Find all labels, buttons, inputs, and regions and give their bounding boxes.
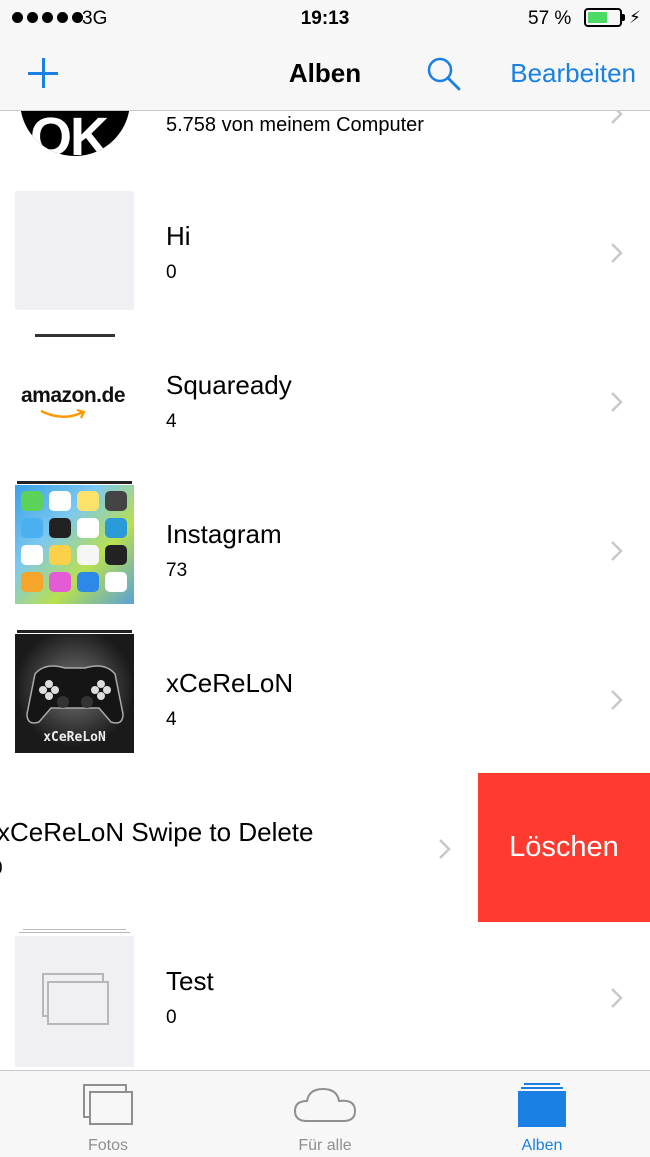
ios-home-screen-icon <box>15 485 134 604</box>
list-item[interactable]: Test 0 <box>0 922 650 1070</box>
album-title: xCeReLoN Swipe to Delete <box>0 817 314 847</box>
list-item[interactable]: xCeReLoN xCeReLoN 4 <box>0 624 650 773</box>
list-item[interactable]: Instagram 73 <box>0 475 650 624</box>
chevron-right-icon <box>611 541 623 561</box>
album-count: 5.758 von meinem Computer <box>166 114 424 136</box>
search-icon <box>427 57 461 91</box>
ok-logo-icon: OK <box>20 111 130 156</box>
gamepad-logo-icon: xCeReLoN <box>15 634 134 753</box>
placeholder-album-icon <box>15 936 134 1067</box>
navigation-bar: Alben Bearbeiten <box>0 40 650 111</box>
album-count: 4 <box>166 709 177 730</box>
album-count: 73 <box>166 560 188 581</box>
chevron-right-icon <box>611 243 623 263</box>
tab-alben[interactable]: Alben <box>462 1071 622 1157</box>
album-count: 0 <box>0 858 3 880</box>
chevron-right-icon <box>611 988 623 1008</box>
list-item[interactable]: Hi 0 <box>0 177 650 326</box>
album-count: 0 <box>166 1007 177 1028</box>
tab-shared[interactable]: Für alle <box>245 1071 405 1157</box>
cloud-icon <box>293 1087 357 1122</box>
chevron-right-icon <box>611 111 623 124</box>
battery-percentage: 57 % <box>528 8 572 29</box>
albums-icon <box>518 1083 566 1127</box>
chevron-right-icon <box>611 392 623 412</box>
edit-button[interactable]: Bearbeiten <box>510 58 636 89</box>
tab-fotos[interactable]: Fotos <box>28 1071 188 1157</box>
tab-label: Für alle <box>298 1137 352 1154</box>
charging-bolt-icon: ⚡ <box>629 8 641 27</box>
empty-thumb-icon <box>15 191 134 310</box>
tab-label: Alben <box>521 1137 563 1154</box>
list-item[interactable]: OK 5.758 von meinem Computer <box>0 111 650 156</box>
amazon-de-logo-icon: amazon.de <box>15 340 134 459</box>
album-title: Hi <box>166 221 191 251</box>
chevron-right-icon <box>611 690 623 710</box>
chevron-right-icon <box>439 839 451 859</box>
album-count: 0 <box>166 262 177 283</box>
tab-label: Fotos <box>87 1137 128 1154</box>
search-button[interactable] <box>424 54 464 94</box>
status-bar: 3G 19:13 57 % ⚡ <box>0 0 650 40</box>
album-title: xCeReLoN <box>166 668 294 698</box>
photos-icon <box>83 1084 133 1125</box>
album-list: OK 5.758 von meinem Computer Hi 0 amazon… <box>0 111 650 1070</box>
album-count: 4 <box>166 411 177 432</box>
album-title: Instagram <box>166 519 282 549</box>
battery-icon <box>584 8 622 27</box>
album-title: Test <box>166 966 214 996</box>
tab-bar: Fotos Für alle Alben <box>0 1070 650 1157</box>
album-title: Squaready <box>166 370 292 400</box>
delete-button[interactable]: Löschen <box>478 773 650 922</box>
list-item[interactable]: amazon.de Squaready 4 <box>0 326 650 475</box>
